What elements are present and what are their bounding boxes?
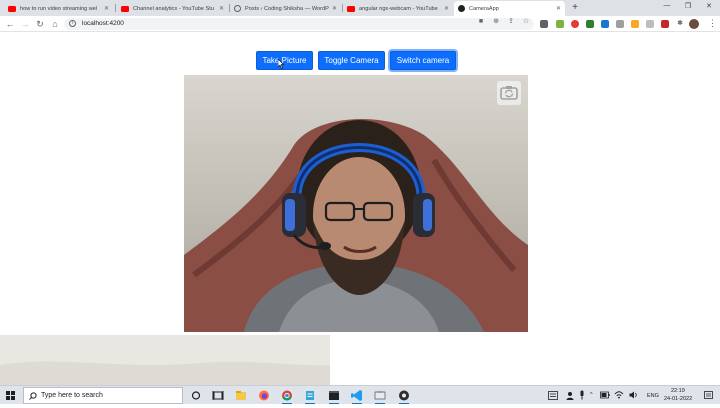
windows-start-icon[interactable] [6, 391, 15, 400]
people-icon[interactable] [566, 391, 574, 400]
captured-snapshot-image [0, 335, 330, 385]
globe-icon [234, 5, 241, 12]
zoom-icon[interactable]: ⊕ [491, 18, 501, 26]
angular-icon [458, 5, 465, 12]
share-icon[interactable]: ⇪ [506, 18, 516, 26]
wifi-icon[interactable] [614, 391, 624, 399]
webcam-video [184, 75, 528, 332]
notification-icon[interactable] [704, 391, 713, 400]
notepad-icon[interactable] [302, 388, 318, 404]
language-indicator[interactable]: ENG [647, 393, 659, 399]
home-button[interactable]: ⌂ [49, 19, 61, 29]
search-placeholder: Type here to search [41, 392, 103, 399]
switch-camera-button[interactable]: Switch camera [390, 51, 456, 70]
microphone-icon[interactable] [579, 390, 585, 400]
browser-tab[interactable]: Channel analytics - YouTube Stu ✕ [117, 1, 228, 16]
extension-icon[interactable] [586, 20, 594, 28]
tab-title: Channel analytics - YouTube Stu [133, 5, 214, 12]
extension-icon[interactable] [646, 20, 654, 28]
back-button[interactable]: ← [4, 19, 16, 29]
battery-icon[interactable] [600, 391, 610, 399]
extension-icon[interactable] [571, 20, 579, 28]
close-tab-icon[interactable]: ✕ [556, 5, 561, 12]
clock-date[interactable]: 24-01-2022 [664, 396, 692, 402]
browser-tab-active[interactable]: CameraApp ✕ [454, 1, 565, 16]
extension-icon[interactable] [616, 20, 624, 28]
close-tab-icon[interactable]: ✕ [104, 5, 109, 12]
close-window-button[interactable]: ✕ [702, 2, 716, 10]
search-icon [29, 392, 37, 400]
obs-icon[interactable] [396, 388, 412, 404]
close-tab-icon[interactable]: ✕ [219, 5, 224, 12]
restore-button[interactable]: ❐ [681, 2, 695, 10]
extension-icon[interactable] [540, 20, 548, 28]
info-icon[interactable]: i [69, 20, 76, 27]
browser-tab[interactable]: Posts ‹ Coding Shiksha — WordP ✕ [230, 1, 341, 16]
photos-icon[interactable] [372, 388, 388, 404]
camera-in-use-icon[interactable]: ■ [476, 18, 486, 26]
profile-avatar[interactable] [689, 19, 699, 29]
browser-menu-icon[interactable]: ⋮ [708, 19, 717, 28]
youtube-icon [8, 5, 16, 12]
cortana-icon[interactable] [188, 388, 204, 403]
url-text: localhost:4200 [82, 20, 124, 27]
browser-tab[interactable]: angular ngx-webcam - YouTube ✕ [343, 1, 453, 16]
file-explorer-icon[interactable] [233, 388, 249, 403]
task-view-icon[interactable] [210, 388, 226, 403]
minimize-button[interactable]: — [660, 2, 674, 9]
tab-title: CameraApp [469, 5, 499, 12]
tab-title: how to run video streaming wel [20, 5, 98, 12]
browser-tab-strip: how to run video streaming wel ✕ Channel… [0, 0, 720, 16]
bookmark-star-icon[interactable]: ☆ [521, 18, 531, 26]
volume-icon[interactable] [629, 391, 638, 399]
browser-tab[interactable]: how to run video streaming wel ✕ [4, 1, 113, 16]
firefox-icon[interactable] [256, 388, 272, 403]
toggle-camera-button[interactable]: Toggle Camera [318, 51, 385, 70]
mouse-pointer-icon [278, 59, 284, 69]
extension-icon[interactable] [556, 20, 564, 28]
take-picture-button[interactable]: Take Picture [256, 51, 313, 70]
tab-title: Posts ‹ Coding Shiksha — WordP [245, 5, 329, 12]
vscode-icon[interactable] [349, 388, 365, 404]
keyboard-icon[interactable] [548, 391, 558, 400]
address-bar[interactable]: i localhost:4200 [64, 18, 534, 30]
youtube-icon [347, 5, 355, 12]
extension-icon[interactable] [631, 20, 639, 28]
new-tab-button[interactable]: + [569, 2, 581, 13]
chrome-icon[interactable] [279, 388, 295, 404]
browser-toolbar: ← → ↻ ⌂ i localhost:4200 ■ ⊕ ⇪ ☆ ✱ ⋮ [0, 16, 720, 32]
windows-taskbar: Type here to search ^ ENG 22:19 24-01-20… [0, 385, 720, 404]
extensions-puzzle-icon[interactable]: ✱ [675, 20, 685, 28]
youtube-icon [121, 5, 129, 12]
extension-icon[interactable] [601, 20, 609, 28]
reload-button[interactable]: ↻ [34, 19, 46, 29]
terminal-icon[interactable] [326, 388, 342, 404]
camera-switch-icon[interactable] [497, 81, 521, 105]
show-hidden-icons[interactable]: ^ [590, 392, 593, 398]
close-tab-icon[interactable]: ✕ [444, 5, 449, 12]
extension-icon[interactable] [661, 20, 669, 28]
tab-title: angular ngx-webcam - YouTube [359, 5, 438, 12]
forward-button[interactable]: → [19, 19, 31, 29]
clock-time[interactable]: 22:19 [671, 388, 685, 394]
taskbar-search-box[interactable]: Type here to search [23, 387, 183, 404]
close-tab-icon[interactable]: ✕ [332, 5, 337, 12]
